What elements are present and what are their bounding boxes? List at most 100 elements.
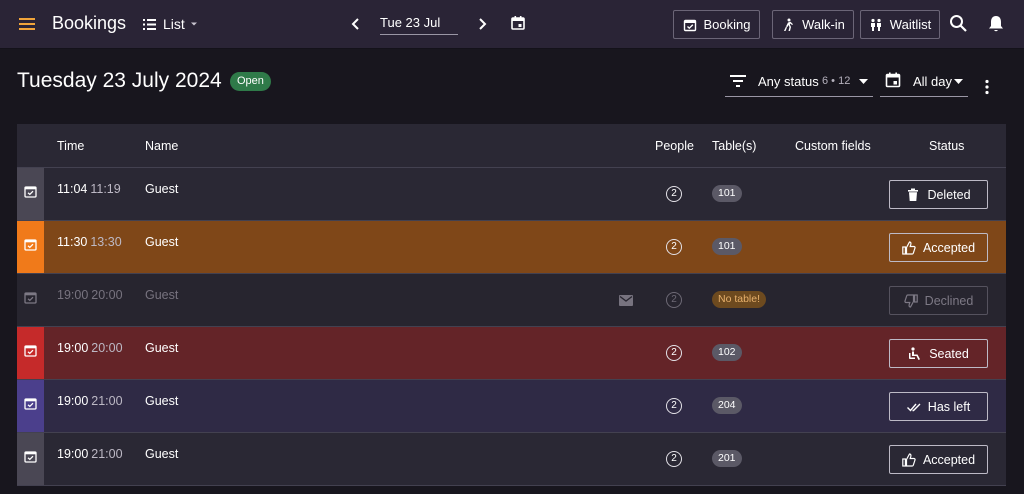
guest-name: Guest bbox=[145, 394, 178, 408]
table-chip: 201 bbox=[712, 450, 742, 467]
end-time: 13:30 bbox=[90, 235, 121, 249]
table-chip: No table! bbox=[712, 291, 766, 308]
start-time: 11:04 bbox=[57, 182, 87, 196]
status-button-seated[interactable]: Seated bbox=[889, 339, 988, 368]
calendar-check-icon bbox=[24, 450, 37, 463]
guest-name: Guest bbox=[145, 182, 178, 196]
start-time: 19:00 bbox=[57, 394, 88, 408]
chevron-right-icon[interactable] bbox=[473, 15, 491, 33]
status-label: Deleted bbox=[927, 188, 970, 202]
waitlist-button[interactable]: Waitlist bbox=[860, 10, 940, 39]
more-vert-icon[interactable] bbox=[984, 79, 990, 95]
time-range-label: All day bbox=[913, 74, 952, 89]
row-status-strip bbox=[17, 221, 44, 273]
view-selector[interactable]: List bbox=[143, 15, 198, 33]
hamburger-icon[interactable] bbox=[18, 15, 36, 33]
status-label: Accepted bbox=[923, 241, 975, 255]
table-row[interactable]: 11:0411:19 Guest 2 101 Deleted bbox=[17, 168, 1006, 221]
status-button-accepted[interactable]: Accepted bbox=[889, 445, 988, 474]
waitlist-label: Waitlist bbox=[890, 17, 931, 32]
table-header: Time Name People Table(s) Custom fields … bbox=[17, 124, 1006, 168]
end-time: 21:00 bbox=[91, 394, 122, 408]
end-time: 20:00 bbox=[91, 341, 122, 355]
status-label: Has left bbox=[928, 400, 970, 414]
view-selector-label: List bbox=[163, 16, 185, 32]
party-size: 2 bbox=[666, 345, 682, 361]
row-status-strip bbox=[17, 433, 44, 485]
table-row[interactable]: 19:0020:00 Guest 2 No table! Declined bbox=[17, 274, 1006, 327]
end-time: 11:19 bbox=[90, 182, 120, 196]
calendar-check-icon bbox=[24, 238, 37, 251]
party-size: 2 bbox=[666, 292, 682, 308]
table-chip: 101 bbox=[712, 238, 742, 255]
booking-time: 19:0021:00 bbox=[57, 394, 123, 408]
trash-icon bbox=[906, 188, 920, 202]
status-button-accepted[interactable]: Accepted bbox=[889, 233, 988, 262]
date-picker[interactable]: Tue 23 Jul bbox=[380, 13, 458, 35]
status-button-deleted[interactable]: Deleted bbox=[889, 180, 988, 209]
calendar-check-icon bbox=[24, 185, 37, 198]
mail-icon bbox=[619, 295, 633, 306]
table-chip: 102 bbox=[712, 344, 742, 361]
row-status-strip bbox=[17, 327, 44, 379]
bell-icon[interactable] bbox=[987, 14, 1005, 33]
app-title: Bookings bbox=[52, 13, 126, 34]
column-header-tables[interactable]: Table(s) bbox=[712, 139, 756, 153]
table-row[interactable]: 19:0021:00 Guest 2 201 Accepted bbox=[17, 433, 1006, 486]
thumb-up-icon bbox=[902, 241, 916, 255]
column-header-name[interactable]: Name bbox=[145, 139, 178, 153]
table-row[interactable]: 19:0020:00 Guest 2 102 Seated bbox=[17, 327, 1006, 380]
calendar-check-icon bbox=[24, 344, 37, 357]
seated-person-icon bbox=[908, 347, 922, 361]
caret-down-icon bbox=[190, 20, 198, 28]
booking-time: 19:0020:00 bbox=[57, 341, 123, 355]
status-button-has-left[interactable]: Has left bbox=[889, 392, 988, 421]
booking-time: 19:0021:00 bbox=[57, 447, 123, 461]
party-size: 2 bbox=[666, 186, 682, 202]
status-badge: Open bbox=[230, 72, 271, 91]
calendar-icon[interactable] bbox=[510, 15, 526, 31]
status-label: Accepted bbox=[923, 453, 975, 467]
status-filter-select[interactable]: Any status 6 • 12 bbox=[725, 70, 873, 97]
new-booking-button[interactable]: Booking bbox=[673, 10, 760, 39]
party-size: 2 bbox=[666, 451, 682, 467]
caret-down-icon bbox=[954, 79, 963, 85]
search-icon[interactable] bbox=[949, 14, 968, 33]
end-time: 21:00 bbox=[91, 447, 122, 461]
party-size: 2 bbox=[666, 398, 682, 414]
thumb-up-icon bbox=[902, 453, 916, 467]
chevron-left-icon[interactable] bbox=[347, 15, 365, 33]
column-header-custom-fields[interactable]: Custom fields bbox=[795, 139, 871, 153]
people-icon bbox=[869, 18, 883, 32]
row-status-strip bbox=[17, 380, 44, 432]
status-button-declined[interactable]: Declined bbox=[889, 286, 988, 315]
column-header-time[interactable]: Time bbox=[57, 139, 84, 153]
row-status-strip bbox=[17, 274, 44, 326]
party-size: 2 bbox=[666, 239, 682, 255]
calendar-check-icon bbox=[24, 291, 37, 304]
top-bar: Bookings List Tue 23 Jul Booking bbox=[0, 0, 1024, 49]
column-header-status[interactable]: Status bbox=[929, 139, 964, 153]
filter-icon bbox=[730, 74, 746, 88]
table-chip: 101 bbox=[712, 185, 742, 202]
calendar-icon bbox=[885, 72, 901, 88]
walk-in-label: Walk-in bbox=[802, 17, 845, 32]
row-status-strip bbox=[17, 168, 44, 220]
bookings-table: Time Name People Table(s) Custom fields … bbox=[17, 124, 1006, 485]
column-header-people[interactable]: People bbox=[655, 139, 694, 153]
guest-name: Guest bbox=[145, 447, 178, 461]
guest-name: Guest bbox=[145, 341, 178, 355]
list-icon bbox=[143, 18, 156, 31]
table-row[interactable]: 19:0021:00 Guest 2 204 Has left bbox=[17, 380, 1006, 433]
guest-name: Guest bbox=[145, 288, 178, 302]
status-label: Seated bbox=[929, 347, 969, 361]
table-row[interactable]: 11:3013:30 Guest 2 101 Accepted bbox=[17, 221, 1006, 274]
booking-time: 11:3013:30 bbox=[57, 235, 122, 249]
caret-down-icon bbox=[859, 79, 868, 85]
status-filter-count: 6 • 12 bbox=[822, 75, 850, 87]
time-range-select[interactable]: All day bbox=[880, 70, 968, 97]
end-time: 20:00 bbox=[91, 288, 122, 302]
new-booking-label: Booking bbox=[704, 17, 751, 32]
walk-in-button[interactable]: Walk-in bbox=[772, 10, 854, 39]
double-check-icon bbox=[907, 400, 921, 414]
